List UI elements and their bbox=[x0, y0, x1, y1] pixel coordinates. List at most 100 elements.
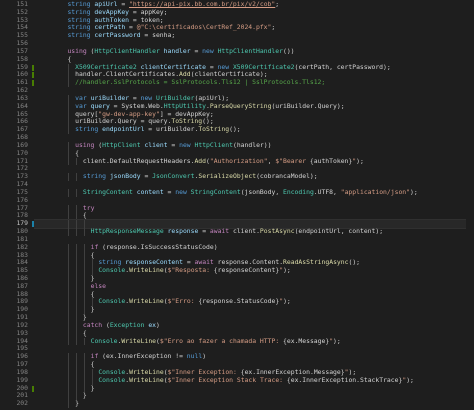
code-line[interactable]: string endpointUrl = uriBuilder.ToString… bbox=[34, 125, 474, 135]
code-line[interactable]: } bbox=[34, 383, 474, 393]
code-line[interactable]: if (response.IsSuccessStatusCode) bbox=[34, 243, 474, 252]
code-token: $"Resposta: bbox=[167, 266, 214, 275]
code-token: client.DefaultRequestHeaders. bbox=[82, 156, 195, 165]
indent-guide bbox=[83, 298, 85, 307]
code-line[interactable] bbox=[34, 197, 474, 205]
code-line[interactable]: Console.WriteLine($"Resposta: {responseC… bbox=[34, 266, 474, 275]
code-token: (cobrancaModel); bbox=[256, 172, 318, 181]
code-line[interactable]: try bbox=[34, 204, 474, 213]
code-token: ; bbox=[275, 0, 280, 8]
code-token: ); bbox=[283, 297, 291, 306]
code-token: string bbox=[82, 172, 106, 181]
indent-guide bbox=[76, 157, 78, 166]
code-token: ) bbox=[202, 352, 207, 361]
code-token: Console bbox=[98, 367, 126, 376]
code-token: content bbox=[136, 187, 164, 196]
code-token: = bbox=[140, 172, 153, 181]
indent-guide bbox=[68, 204, 70, 213]
code-line[interactable]: } bbox=[34, 305, 474, 315]
line-number-gutter[interactable]: 151 152 153 154 155 156 157 158 159 160 161 162 163 1… bbox=[0, 0, 34, 410]
code-token: @"C:\certificados\CertRef_2024.pfx" bbox=[136, 23, 272, 32]
code-token: {responseContent} bbox=[213, 266, 280, 275]
code-line[interactable]: catch (Exception ex) bbox=[34, 320, 474, 330]
code-token: ); bbox=[406, 375, 414, 384]
code-line[interactable]: //handler.SslProtocols = SslProtocols.Tl… bbox=[34, 78, 474, 88]
code-line[interactable]: { bbox=[34, 211, 474, 221]
code-token: var bbox=[75, 101, 87, 110]
code-token: UriBuilder bbox=[156, 93, 195, 102]
code-token: ReadAsStringAsync bbox=[283, 258, 349, 267]
code-editor[interactable]: 151 152 153 154 155 156 157 158 159 160 161 162 163 1… bbox=[0, 0, 474, 410]
code-line[interactable]: client.DefaultRequestHeaders.Add("Author… bbox=[34, 156, 474, 166]
indent-guide bbox=[68, 228, 70, 236]
code-token: ); bbox=[410, 187, 418, 196]
indent-guide bbox=[76, 298, 78, 307]
code-token: JsonConvert bbox=[152, 172, 195, 181]
indent-guide bbox=[83, 337, 85, 346]
code-token: = uriBuilder. bbox=[144, 125, 199, 134]
code-token: string bbox=[67, 15, 91, 24]
code-token: = appKey; bbox=[129, 7, 168, 16]
code-token: ( bbox=[102, 320, 110, 329]
indent-guide bbox=[76, 361, 78, 369]
line-number[interactable]: 202 bbox=[0, 399, 34, 408]
indent-guide bbox=[83, 243, 85, 252]
code-line[interactable]: using (HttpClient client = new HttpClien… bbox=[34, 140, 474, 150]
indent-guide bbox=[76, 220, 78, 229]
indent-guide bbox=[68, 79, 70, 88]
code-token: = bbox=[129, 93, 141, 102]
code-token: WriteLine bbox=[129, 297, 164, 306]
code-line[interactable]: string jsonBody = JsonConvert.SerializeO… bbox=[34, 172, 474, 182]
indent-guide bbox=[83, 274, 85, 283]
code-line[interactable]: Console.WriteLine($"Inner Exception Stac… bbox=[34, 375, 474, 385]
code-line[interactable]: StringContent content = new StringConten… bbox=[34, 187, 474, 197]
code-token: HttpClientHandler bbox=[94, 46, 160, 55]
code-token: uriBuilder.Query = query. bbox=[75, 117, 172, 126]
code-token: "gw-dev-app-key" bbox=[98, 109, 160, 118]
code-line[interactable]: Console.WriteLine($"Erro: {response.Stat… bbox=[34, 297, 474, 307]
code-token: { bbox=[82, 328, 87, 337]
code-token: ex bbox=[148, 320, 157, 329]
code-token: {ex.InnerException.Message} bbox=[240, 367, 345, 376]
code-token: new bbox=[179, 140, 191, 149]
code-line[interactable]: using (HttpClientHandler handler = new H… bbox=[34, 46, 474, 56]
code-line[interactable]: if (ex.InnerException != null) bbox=[34, 352, 474, 362]
indent-guide bbox=[68, 384, 70, 393]
code-line[interactable]: } bbox=[34, 391, 474, 401]
indent-guide bbox=[76, 267, 78, 275]
code-line[interactable]: HttpResponseMessage response = await cli… bbox=[34, 227, 474, 236]
code-token: } bbox=[75, 399, 80, 408]
code-line[interactable]: } bbox=[34, 399, 474, 409]
code-line[interactable]: Console.WriteLine($"Erro ao fazer a cham… bbox=[34, 337, 474, 346]
code-token: Encoding bbox=[283, 187, 314, 196]
code-token: { bbox=[90, 360, 95, 369]
code-token: $"Inner Exception Stack Trace: bbox=[167, 375, 287, 384]
code-token: { bbox=[90, 289, 95, 298]
code-token: ) bbox=[156, 320, 160, 329]
code-line[interactable]: string certPassword = senha; bbox=[34, 31, 474, 40]
code-token: } bbox=[90, 273, 95, 282]
code-token: } bbox=[90, 305, 95, 314]
code-token: client bbox=[144, 140, 168, 149]
code-token: devAppKey bbox=[94, 7, 130, 16]
indent-guide bbox=[68, 290, 70, 299]
code-area[interactable]: string apiUrl = "https://api-pix.bb.com.… bbox=[34, 0, 474, 410]
code-token: handler.ClientCertificates. bbox=[75, 70, 180, 79]
code-line[interactable]: else bbox=[34, 282, 474, 291]
indent-guide bbox=[83, 220, 85, 229]
indent-guide bbox=[68, 141, 70, 150]
vertical-scrollbar[interactable] bbox=[466, 0, 474, 410]
code-token: } bbox=[90, 383, 95, 392]
code-token: {authToken} bbox=[309, 156, 353, 165]
indent-guide bbox=[68, 259, 70, 268]
code-token: (certPath, certPassword); bbox=[294, 62, 391, 71]
code-token: ParseQueryString bbox=[209, 101, 272, 110]
code-token: $"Inner Exception: bbox=[167, 367, 241, 376]
code-token: HttpClient bbox=[102, 140, 141, 149]
code-token: ] = devAppKey; bbox=[159, 109, 214, 118]
indent-guide bbox=[76, 243, 78, 252]
indent-guide bbox=[68, 361, 70, 369]
code-token: Console bbox=[98, 266, 126, 275]
code-token: ()) bbox=[282, 46, 295, 55]
code-token: ( bbox=[94, 140, 103, 149]
